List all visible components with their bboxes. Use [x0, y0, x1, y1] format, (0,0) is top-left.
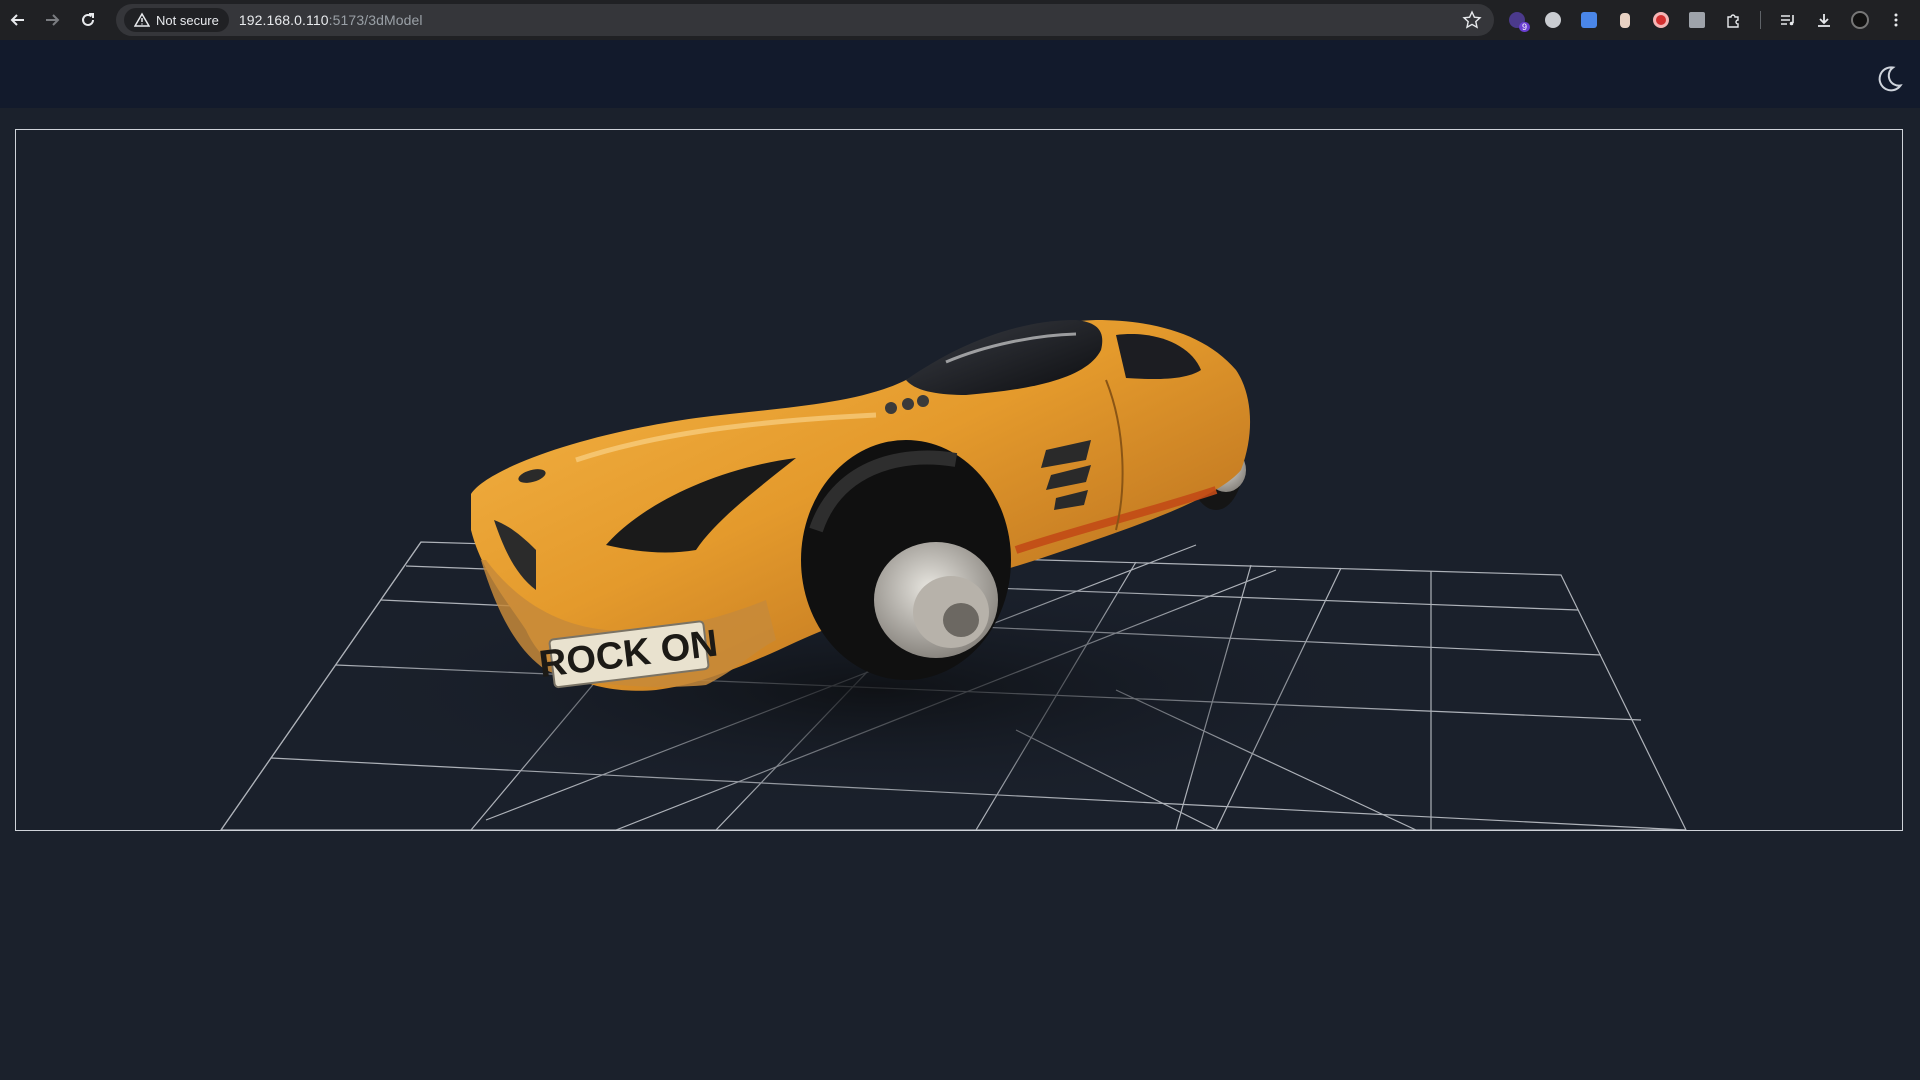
arrow-left-icon [10, 14, 24, 26]
download-icon [1818, 14, 1830, 27]
arrow-right-icon [46, 14, 60, 26]
star-icon[interactable] [1462, 10, 1482, 30]
back-button[interactable] [0, 0, 36, 40]
extension-sauce[interactable] [1612, 7, 1638, 33]
toolbar-divider [1760, 11, 1761, 29]
moon-icon [1878, 66, 1903, 92]
security-indicator[interactable]: Not secure [124, 8, 229, 32]
url-host: 192.168.0.110 [238, 12, 329, 28]
extensions-area: 9 [1504, 0, 1909, 40]
security-label: Not secure [156, 12, 219, 28]
extension-translate[interactable] [1576, 7, 1602, 33]
extension-record[interactable] [1648, 7, 1674, 33]
profile-avatar[interactable] [1847, 7, 1873, 33]
playlist-icon [1781, 15, 1794, 26]
extension-globe[interactable] [1540, 7, 1566, 33]
app-header [0, 40, 1920, 108]
puzzle-icon [1727, 14, 1739, 28]
address-bar[interactable]: Not secure 192.168.0.110:5173/3dModel [116, 4, 1494, 36]
extension-image[interactable] [1684, 7, 1710, 33]
model-viewer-canvas[interactable]: ROCK ON [15, 129, 1903, 831]
viewer-scene[interactable]: ROCK ON [16, 130, 1903, 831]
extension-badge-count: 9 [1518, 22, 1530, 32]
warning-triangle-icon [134, 12, 150, 27]
forward-button[interactable] [34, 0, 70, 40]
kebab-menu-icon [1894, 13, 1898, 27]
media-controls-button[interactable] [1775, 7, 1801, 33]
browser-menu-button[interactable] [1883, 7, 1909, 33]
browser-toolbar: Not secure 192.168.0.110:5173/3dModel 9 [0, 0, 1920, 40]
url-path: :5173/3dModel [328, 12, 423, 28]
extension-profile-badge[interactable]: 9 [1504, 7, 1530, 33]
extensions-puzzle-button[interactable] [1720, 7, 1746, 33]
reload-icon [82, 13, 94, 26]
downloads-button[interactable] [1811, 7, 1837, 33]
reload-button[interactable] [70, 0, 106, 40]
url-text[interactable]: 192.168.0.110:5173/3dModel [239, 12, 423, 28]
theme-toggle-button[interactable] [1872, 62, 1906, 96]
